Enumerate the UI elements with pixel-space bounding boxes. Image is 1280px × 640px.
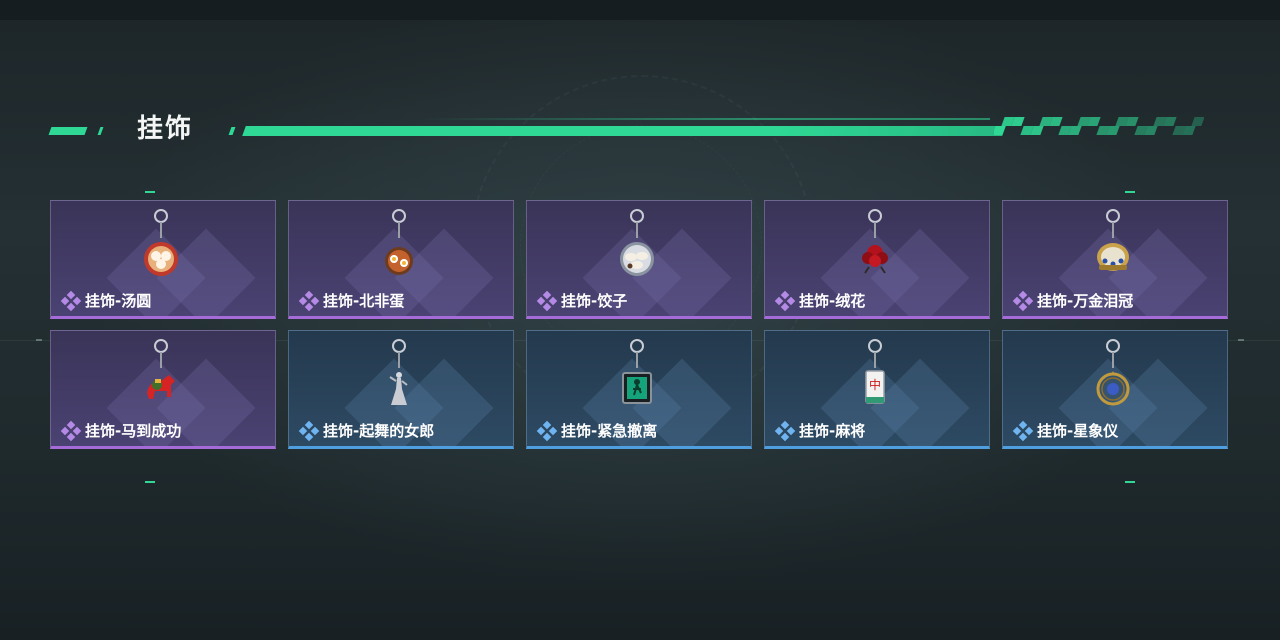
item-card[interactable]: 挂饰-起舞的女郎 [288, 330, 514, 449]
item-label: 挂饰-饺子 [536, 290, 628, 311]
item-name: 挂饰-饺子 [561, 292, 628, 310]
item-label: 挂饰-紧急撤离 [536, 420, 658, 441]
item-card[interactable]: 挂饰-绒花 [764, 200, 990, 319]
rarity-gem-icon [536, 290, 558, 311]
rarity-gem-icon [774, 420, 796, 441]
dancing-lady-icon [379, 367, 419, 407]
red-horse-icon [141, 367, 181, 407]
keyring-icon [868, 209, 882, 223]
item-card[interactable]: 挂饰-马到成功 [50, 330, 276, 449]
keyring-icon [630, 339, 644, 353]
chain-icon [398, 222, 400, 238]
chain-icon [160, 352, 162, 368]
item-card[interactable]: 挂饰-饺子 [526, 200, 752, 319]
rarity-gem-icon [536, 420, 558, 441]
keyring-icon [868, 339, 882, 353]
shakshuka-pan-icon [379, 237, 419, 277]
item-label: 挂饰-绒花 [774, 290, 866, 311]
header-accent-left [48, 127, 88, 135]
rarity-gem-icon [60, 290, 82, 311]
item-card[interactable]: 挂饰-星象仪 [1002, 330, 1228, 449]
chain-icon [636, 222, 638, 238]
chain-icon [1112, 222, 1114, 238]
jeweled-crown-icon [1093, 237, 1133, 277]
keyring-icon [630, 209, 644, 223]
item-label: 挂饰-起舞的女郎 [298, 420, 435, 441]
chain-icon [874, 222, 876, 238]
chain-icon [874, 352, 876, 368]
chain-icon [636, 352, 638, 368]
item-name: 挂饰-紧急撤离 [561, 422, 658, 440]
rarity-gem-icon [60, 420, 82, 441]
item-label: 挂饰-麻将 [774, 420, 866, 441]
rarity-gem-icon [298, 420, 320, 441]
item-card[interactable]: 中 挂饰-麻将 [764, 330, 990, 449]
mahjong-tile-icon: 中 [855, 367, 895, 407]
header-progress-bar [242, 126, 1006, 136]
header-checker-pattern [994, 117, 1204, 135]
astrolabe-icon [1093, 367, 1133, 407]
item-card[interactable]: 挂饰-万金泪冠 [1002, 200, 1228, 319]
dumpling-plate-icon [617, 237, 657, 277]
chain-icon [398, 352, 400, 368]
corner-tick [145, 481, 155, 483]
side-marker [1238, 339, 1244, 341]
item-name: 挂饰-麻将 [799, 422, 866, 440]
keyring-icon [392, 339, 406, 353]
section-title: 挂饰 [137, 114, 194, 144]
emergency-exit-sign-icon [617, 367, 657, 407]
corner-tick [1125, 191, 1135, 193]
keyring-icon [1106, 209, 1120, 223]
chain-icon [1112, 352, 1114, 368]
svg-text:中: 中 [869, 377, 881, 392]
header-accent-slash [97, 127, 104, 135]
keyring-icon [1106, 339, 1120, 353]
corner-tick [1125, 481, 1135, 483]
item-label: 挂饰-汤圆 [60, 290, 152, 311]
item-label: 挂饰-万金泪冠 [1012, 290, 1134, 311]
tangyuan-bowl-icon [141, 237, 181, 277]
side-marker [36, 339, 42, 341]
keyring-icon [154, 209, 168, 223]
item-name: 挂饰-星象仪 [1037, 422, 1119, 440]
item-name: 挂饰-绒花 [799, 292, 866, 310]
header-accent-slash-2 [228, 127, 236, 135]
rarity-gem-icon [1012, 420, 1034, 441]
item-name: 挂饰-万金泪冠 [1037, 292, 1134, 310]
rarity-gem-icon [298, 290, 320, 311]
item-card[interactable]: 挂饰-汤圆 [50, 200, 276, 319]
chain-icon [160, 222, 162, 238]
item-card[interactable]: 挂饰-北非蛋 [288, 200, 514, 319]
item-name: 挂饰-马到成功 [85, 422, 182, 440]
item-label: 挂饰-星象仪 [1012, 420, 1119, 441]
keyring-icon [392, 209, 406, 223]
corner-tick [145, 191, 155, 193]
item-card[interactable]: 挂饰-紧急撤离 [526, 330, 752, 449]
rarity-gem-icon [774, 290, 796, 311]
rarity-gem-icon [1012, 290, 1034, 311]
velvet-flower-icon [855, 237, 895, 277]
item-name: 挂饰-北非蛋 [323, 292, 405, 310]
item-name: 挂饰-汤圆 [85, 292, 152, 310]
top-band [0, 0, 1280, 20]
item-label: 挂饰-马到成功 [60, 420, 182, 441]
keyring-icon [154, 339, 168, 353]
header-thin-line [420, 118, 990, 120]
item-name: 挂饰-起舞的女郎 [323, 422, 435, 440]
item-label: 挂饰-北非蛋 [298, 290, 405, 311]
